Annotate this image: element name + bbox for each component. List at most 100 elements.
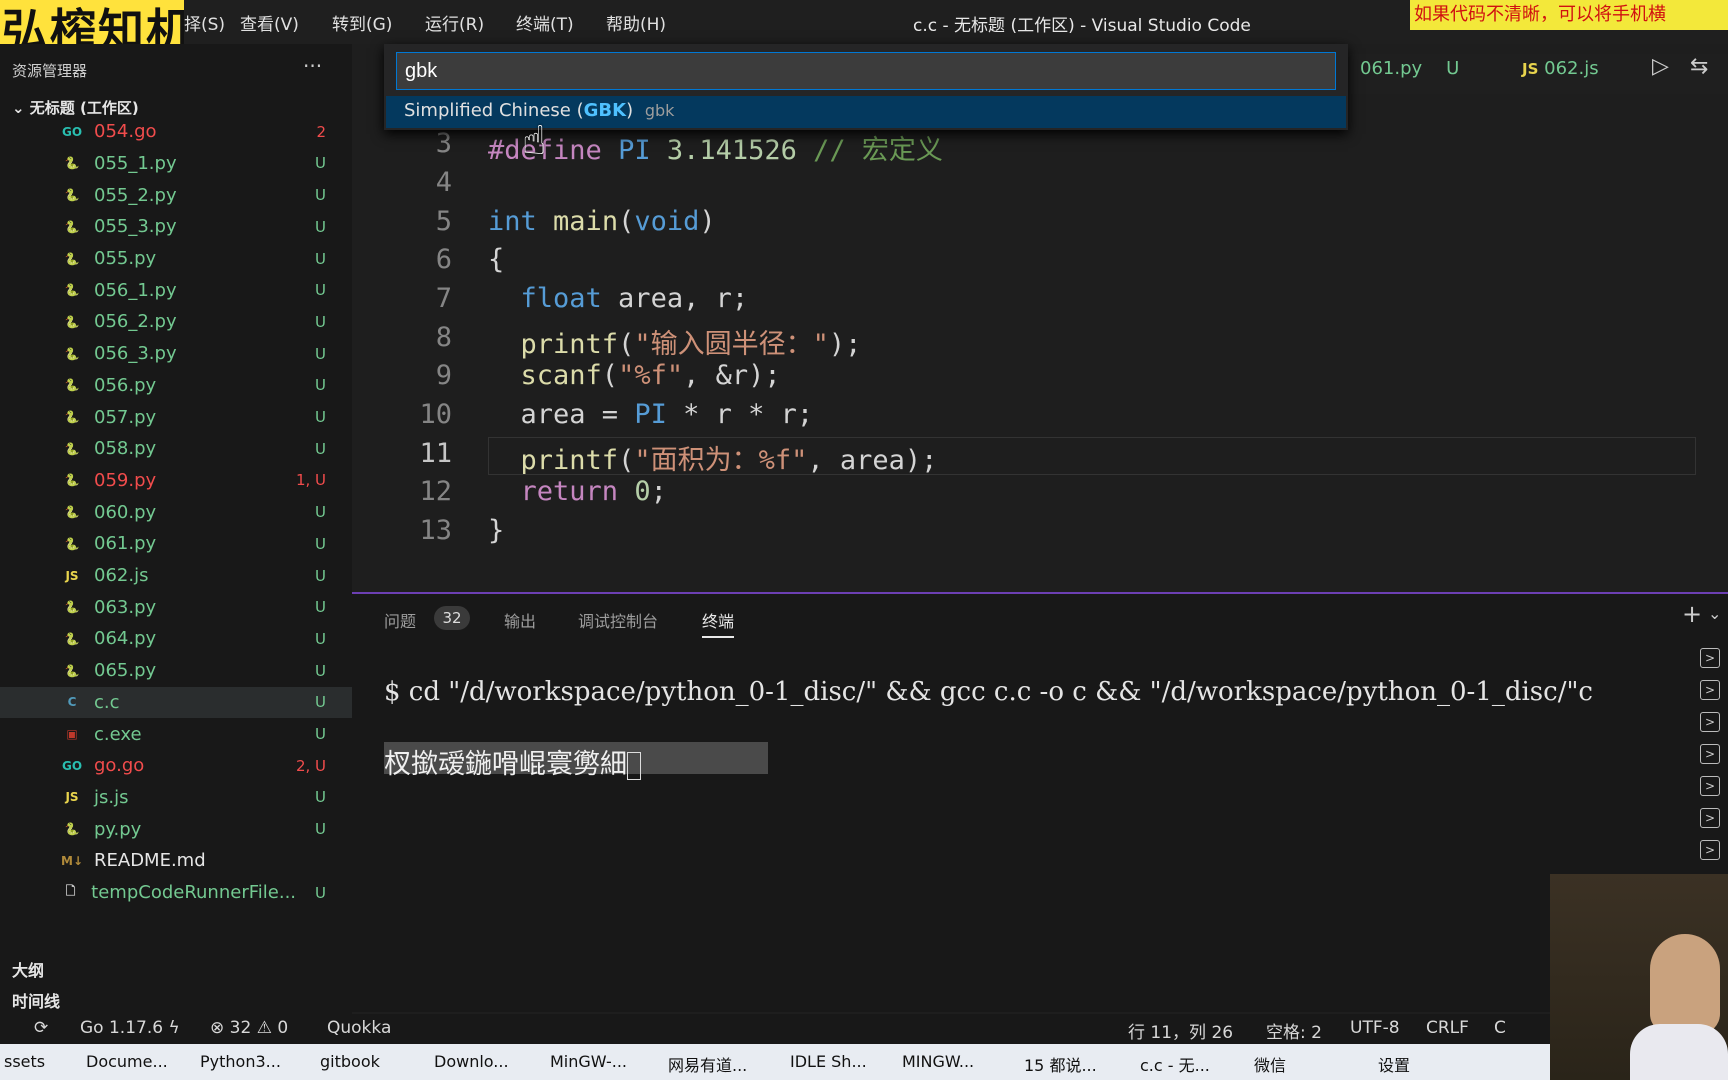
file-name: c.c <box>94 691 120 713</box>
file-item[interactable]: JS 062.js U <box>0 560 352 592</box>
python-icon: 🐍 <box>64 314 80 329</box>
code-line-13: } <box>488 515 505 546</box>
outline-section[interactable]: 大纲 <box>12 957 44 981</box>
file-item[interactable]: 🐍 py.py U <box>0 813 352 845</box>
taskbar-item[interactable]: 15 都说... <box>1024 1052 1097 1076</box>
file-git-status: U <box>315 534 326 553</box>
menu-terminal[interactable]: 终端(T) <box>516 10 574 35</box>
taskbar-item[interactable]: ssets <box>4 1052 45 1071</box>
language-mode[interactable]: C <box>1494 1018 1506 1038</box>
quick-pick-input[interactable] <box>396 52 1336 90</box>
file-item[interactable]: 🐍 057.py U <box>0 401 352 433</box>
menu-run[interactable]: 运行(R) <box>425 10 484 35</box>
problems-status[interactable]: ⊗ 32 ⚠ 0 <box>210 1018 288 1038</box>
taskbar-item[interactable]: Python3... <box>200 1052 281 1071</box>
file-item[interactable]: 🐍 055_1.py U <box>0 148 352 180</box>
file-item[interactable]: 🐍 059.py 1, U <box>0 465 352 497</box>
line-number: 10 <box>419 399 452 430</box>
file-item[interactable]: Cc.c U <box>0 686 352 719</box>
file-item[interactable]: 🐍 058.py U <box>0 433 352 465</box>
tab-terminal[interactable]: 终端 <box>702 608 735 638</box>
file-name: js.js <box>94 786 129 808</box>
terminal-instance-icon[interactable]: > <box>1700 776 1720 796</box>
python-icon: 🐍 <box>64 600 80 615</box>
file-name: 063.py <box>94 596 157 618</box>
terminal-instance-icon[interactable]: > <box>1700 712 1720 732</box>
run-icon[interactable]: ▷ <box>1652 54 1669 79</box>
taskbar-item[interactable]: IDLE Sh... <box>790 1052 867 1071</box>
menu-view[interactable]: 查看(V) <box>240 10 299 35</box>
new-terminal-icon[interactable]: + <box>1682 600 1702 628</box>
file-item[interactable]: 🐍 056_1.py U <box>0 275 352 307</box>
sync-icon[interactable]: ⟳ <box>34 1018 48 1038</box>
go-version[interactable]: Go 1.17.6 ϟ <box>80 1018 180 1038</box>
file-git-status: U <box>315 408 326 427</box>
menu-selection[interactable]: 择(S) <box>184 10 225 35</box>
terminal-instance-icon[interactable]: > <box>1700 648 1720 668</box>
terminal-instance-icon[interactable]: > <box>1700 744 1720 764</box>
terminal-instance-icon[interactable]: > <box>1700 680 1720 700</box>
compare-icon[interactable]: ⇆ <box>1690 54 1708 79</box>
file-name: 055.py <box>94 248 157 270</box>
tab-061-py[interactable]: 061.py U <box>1360 58 1459 79</box>
taskbar-item[interactable]: 微信 <box>1254 1052 1286 1076</box>
taskbar-item[interactable]: gitbook <box>320 1052 380 1071</box>
taskbar-item[interactable]: c.c - 无... <box>1140 1052 1210 1076</box>
terminal-instance-icon[interactable]: > <box>1700 840 1720 860</box>
quokka-status[interactable]: Quokka <box>327 1018 391 1038</box>
file-item[interactable]: 🐍 056.py U <box>0 370 352 402</box>
taskbar-item[interactable]: 网易有道... <box>668 1052 747 1076</box>
file-item[interactable]: 🐍 055_2.py U <box>0 179 352 211</box>
taskbar-item[interactable]: MINGW... <box>902 1052 974 1071</box>
more-actions-icon[interactable]: ··· <box>303 54 322 78</box>
file-item[interactable]: 🐍 056_2.py U <box>0 306 352 338</box>
file-item[interactable]: GO 054.go 2 <box>0 116 352 148</box>
taskbar-item[interactable]: MinGW-... <box>550 1052 627 1071</box>
cursor-position[interactable]: 行 11，列 26 <box>1128 1018 1233 1043</box>
timeline-section[interactable]: 时间线 <box>12 988 60 1012</box>
file-item[interactable]: JS js.js U <box>0 782 352 814</box>
terminal-output-text: 杈撳叆鍦嗗崐寰勶細 <box>384 749 627 780</box>
file-item[interactable]: 🐍 056_3.py U <box>0 338 352 370</box>
taskbar-item[interactable]: Downlo... <box>434 1052 509 1071</box>
tab-debug-console[interactable]: 调试控制台 <box>578 608 658 632</box>
file-item[interactable]: ▣ c.exe U <box>0 718 352 750</box>
tab-062-js[interactable]: JS 062.js <box>1522 58 1599 79</box>
file-git-status: U <box>315 598 326 617</box>
file-item[interactable]: 🐍 064.py U <box>0 623 352 655</box>
file-name: 054.go <box>94 121 157 143</box>
code-line-3: #define PI 3.141526 // 宏定义 <box>488 135 943 166</box>
current-line-highlight <box>488 437 1696 475</box>
file-item[interactable]: M↓ README.md <box>0 845 352 877</box>
file-item[interactable]: 🐍 061.py U <box>0 528 352 560</box>
terminal-instance-icon[interactable]: > <box>1700 808 1720 828</box>
taskbar-item[interactable]: 设置 <box>1378 1052 1410 1076</box>
file-item[interactable]: 🐍 060.py U <box>0 496 352 528</box>
js-icon: JS <box>65 568 79 583</box>
menu-go[interactable]: 转到(G) <box>332 10 392 35</box>
taskbar-item[interactable]: Docume... <box>86 1052 168 1071</box>
file-item[interactable]: 🐍 065.py U <box>0 655 352 687</box>
code-editor[interactable]: 3 4 5 6 7 8 9 10 11 12 13 #define PI 3.1… <box>352 120 1728 590</box>
line-ending[interactable]: CRLF <box>1426 1018 1469 1038</box>
tab-output[interactable]: 输出 <box>504 608 536 632</box>
menu-help[interactable]: 帮助(H) <box>606 10 666 35</box>
terminal-output[interactable]: 杈撳叆鍦嗗崐寰勶細 <box>384 742 768 780</box>
file-name: 056.py <box>94 374 157 396</box>
file-item[interactable]: 🐍 063.py U <box>0 592 352 624</box>
python-icon: 🐍 <box>64 631 80 646</box>
c-icon: C <box>67 695 77 710</box>
line-number: 12 <box>419 476 452 507</box>
python-icon: 🐍 <box>64 536 80 551</box>
file-item[interactable]: GO go.go 2, U <box>0 750 352 782</box>
file-item[interactable]: 🐍 055.py U <box>0 243 352 275</box>
file-item[interactable]: 🗋 tempCodeRunnerFile... U <box>0 877 352 909</box>
tab-problems[interactable]: 问题 <box>384 608 416 632</box>
js-icon: JS <box>65 790 79 805</box>
file-item[interactable]: 🐍 055_3.py U <box>0 211 352 243</box>
chevron-down-icon[interactable]: ⌄ <box>1708 604 1721 623</box>
line-number: 9 <box>435 360 452 391</box>
python-icon: 🐍 <box>64 346 80 361</box>
indentation[interactable]: 空格: 2 <box>1266 1018 1322 1043</box>
encoding[interactable]: UTF-8 <box>1350 1018 1400 1038</box>
